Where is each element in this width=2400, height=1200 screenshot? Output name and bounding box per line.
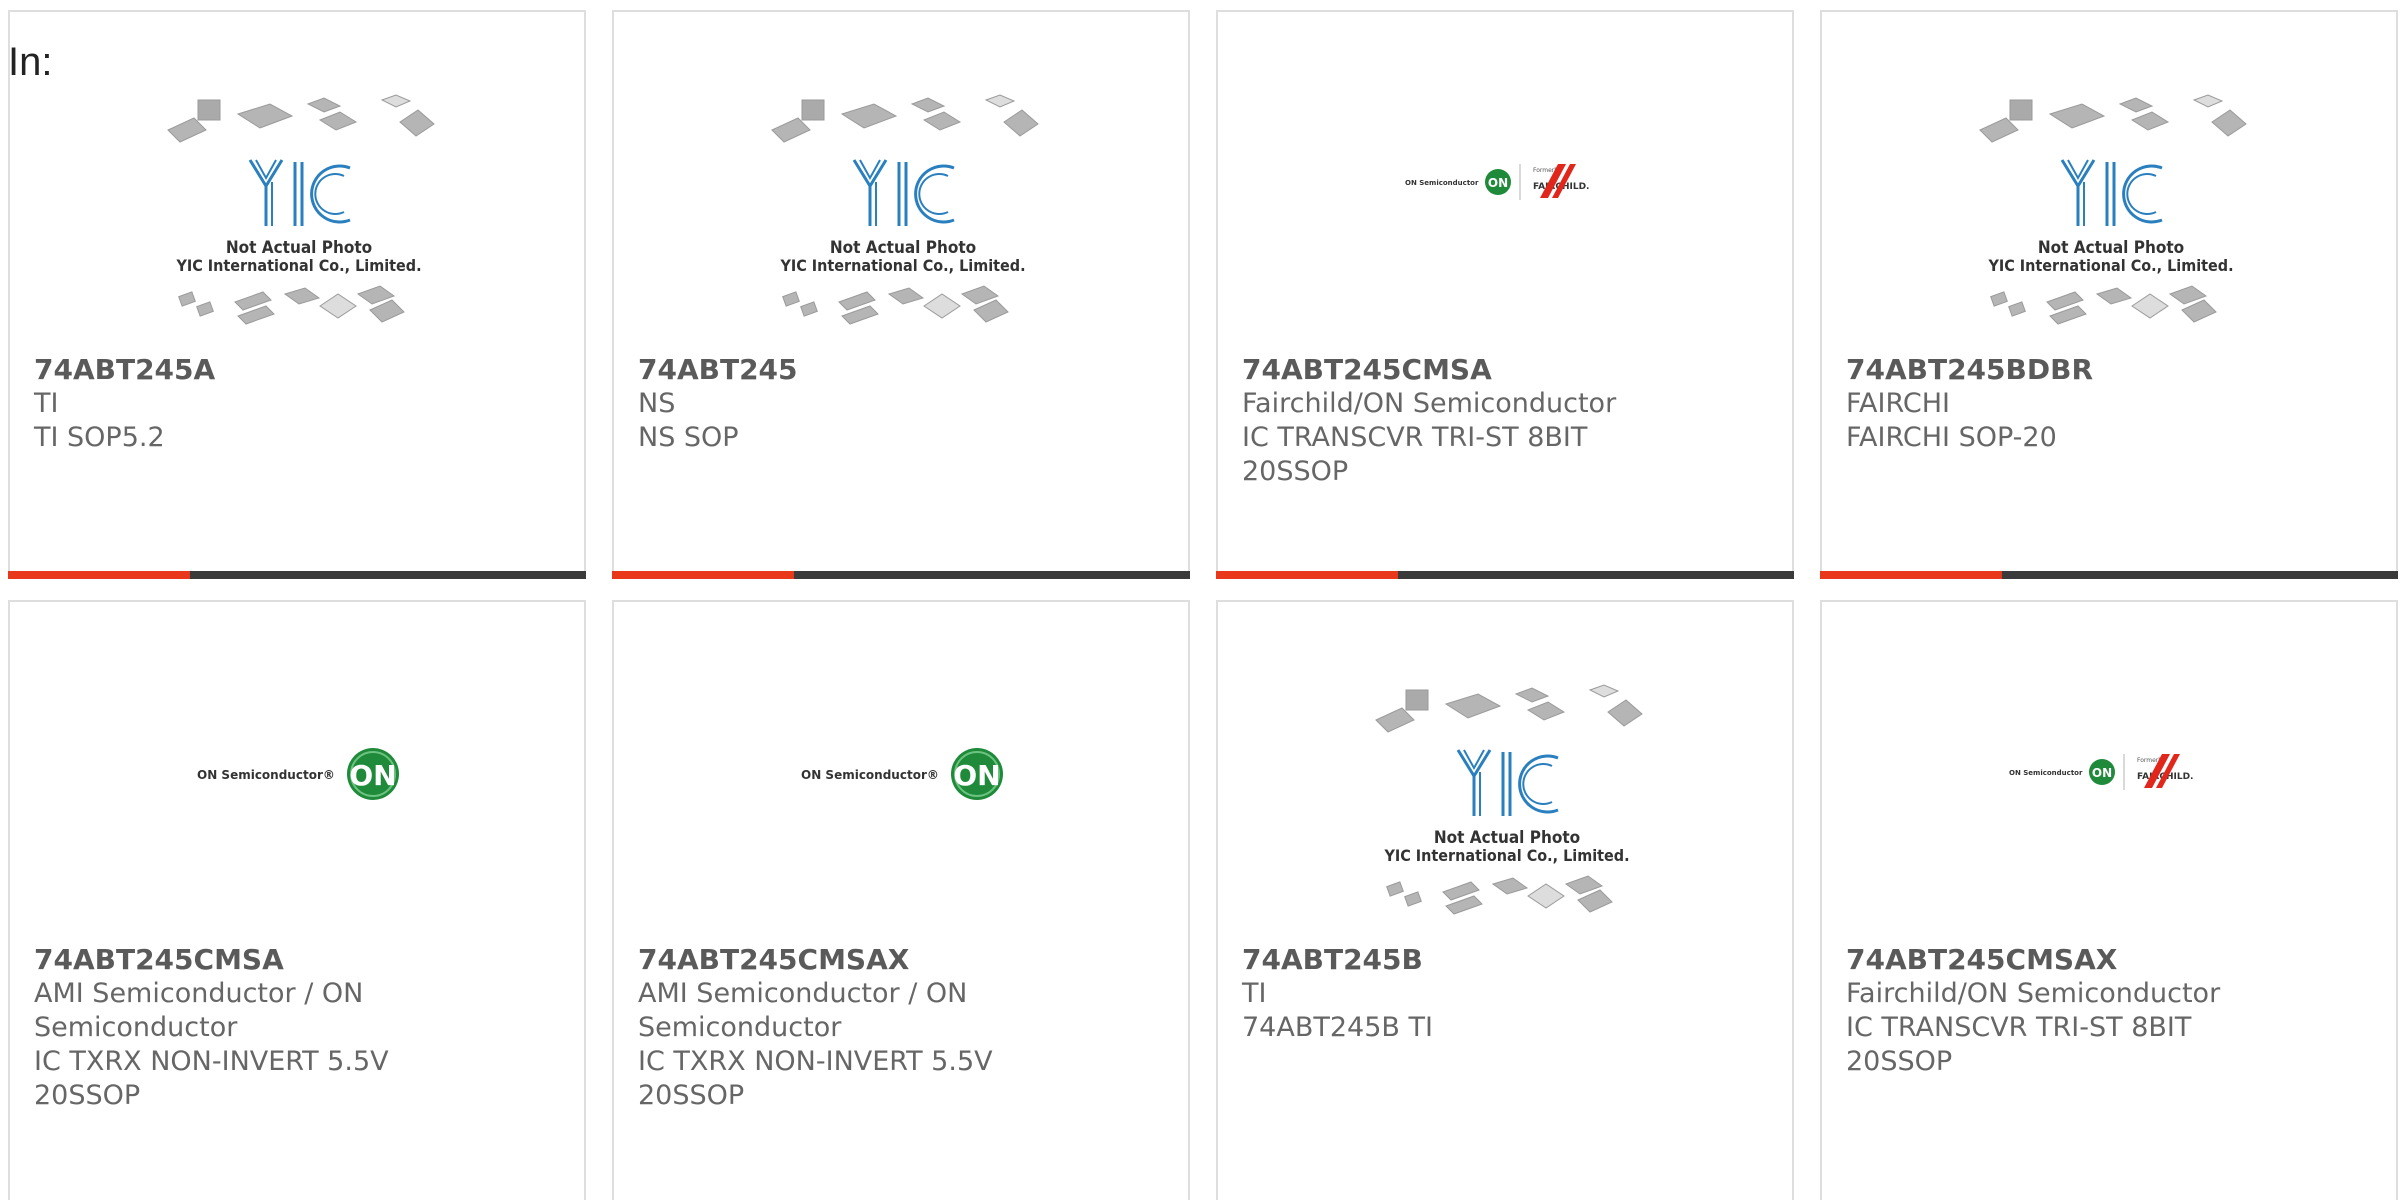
manufacturer: FAIRCHI: [1846, 388, 1951, 419]
product-card[interactable]: Not Actual Photo YIC International Co., …: [1820, 10, 2398, 579]
part-number-link[interactable]: 74ABT245: [638, 353, 1168, 387]
product-info: 74ABT245CMSA AMI Semiconductor / ON Semi…: [34, 943, 564, 1113]
placeholder-line1: Not Actual Photo: [1434, 828, 1580, 848]
manufacturer: NS: [638, 388, 676, 419]
part-number-link[interactable]: 74ABT245BDBR: [1846, 353, 2376, 387]
svg-text:ON Semiconductor®: ON Semiconductor®: [197, 768, 335, 782]
manufacturer: TI: [1242, 978, 1267, 1009]
description-cont: 20SSOP: [638, 1080, 745, 1111]
svg-text:ON: ON: [953, 759, 1000, 792]
product-image[interactable]: Not Actual Photo YIC International Co., …: [1218, 602, 1792, 934]
product-grid: Not Actual Photo YIC International Co., …: [0, 0, 2400, 1200]
accent-bar: [1820, 571, 2002, 579]
card-bottom-bar: [612, 571, 1190, 579]
manufacturer-cont: Semiconductor: [34, 1012, 238, 1043]
manufacturer: AMI Semiconductor / ON: [34, 978, 364, 1009]
manufacturer: TI: [34, 388, 59, 419]
accent-bar: [8, 571, 190, 579]
product-image[interactable]: ON Semiconductor® ON: [10, 602, 584, 934]
placeholder-line2: YIC International Co., Limited.: [175, 256, 421, 275]
yic-placeholder-image: Not Actual Photo YIC International Co., …: [1375, 684, 1643, 915]
product-card[interactable]: Not Actual Photo YIC International Co., …: [612, 10, 1190, 579]
accent-bar: [1216, 571, 1398, 579]
placeholder-line1: Not Actual Photo: [830, 238, 976, 258]
product-info: 74ABT245CMSA Fairchild/ON Semiconductor …: [1242, 353, 1772, 489]
svg-text:ON Semiconductor: ON Semiconductor: [2009, 769, 2083, 777]
filter-label: In:: [8, 40, 53, 84]
part-number-link[interactable]: 74ABT245CMSA: [34, 943, 564, 977]
product-image[interactable]: Not Actual Photo YIC International Co., …: [10, 12, 584, 342]
product-info: 74ABT245A TI TI SOP5.2: [34, 353, 564, 455]
svg-text:ON: ON: [1488, 176, 1508, 190]
product-card[interactable]: ON Semiconductor® ON 74ABT245CMSAX AMI S…: [612, 600, 1190, 1200]
svg-text:ON Semiconductor®: ON Semiconductor®: [801, 768, 939, 782]
description-cont: 20SSOP: [1242, 456, 1349, 487]
placeholder-line2: YIC International Co., Limited.: [1987, 256, 2233, 275]
product-info: 74ABT245B TI 74ABT245B TI: [1242, 943, 1772, 1045]
description-cont: 20SSOP: [34, 1080, 141, 1111]
placeholder-line1: Not Actual Photo: [226, 238, 372, 258]
product-image[interactable]: Not Actual Photo YIC International Co., …: [614, 12, 1188, 342]
description: IC TRANSCVR TRI-ST 8BIT: [1242, 422, 1588, 453]
placeholder-line2: YIC International Co., Limited.: [779, 256, 1025, 275]
accent-bar: [612, 571, 794, 579]
product-info: 74ABT245CMSAX Fairchild/ON Semiconductor…: [1846, 943, 2376, 1079]
product-info: 74ABT245CMSAX AMI Semiconductor / ON Sem…: [638, 943, 1168, 1113]
product-info: 74ABT245 NS NS SOP: [638, 353, 1168, 455]
card-bottom-bar: [1820, 571, 2398, 579]
card-bottom-bar: [1216, 571, 1794, 579]
description: IC TXRX NON-INVERT 5.5V: [638, 1046, 993, 1077]
yic-placeholder-image: Not Actual Photo YIC International Co., …: [1979, 94, 2247, 325]
part-number-link[interactable]: 74ABT245CMSAX: [638, 943, 1168, 977]
product-image[interactable]: ON Semiconductor ON Formerly FAIRCHILD.: [1822, 602, 2396, 934]
yic-placeholder-image: Not Actual Photo YIC International Co., …: [771, 94, 1039, 325]
product-image[interactable]: ON Semiconductor® ON: [614, 602, 1188, 934]
part-number-link[interactable]: 74ABT245CMSA: [1242, 353, 1772, 387]
on-semiconductor-logo: ON Semiconductor® ON: [197, 748, 399, 800]
product-image[interactable]: ON Semiconductor ON Formerly FAIRCHILD.: [1218, 12, 1792, 342]
description: FAIRCHI SOP-20: [1846, 422, 2057, 453]
on-fairchild-logo: ON Semiconductor ON Formerly FAIRCHILD.: [1405, 164, 1589, 200]
description-cont: 20SSOP: [1846, 1046, 1953, 1077]
part-number-link[interactable]: 74ABT245B: [1242, 943, 1772, 977]
on-semiconductor-logo: ON Semiconductor® ON: [801, 748, 1003, 800]
manufacturer: Fairchild/ON Semiconductor: [1242, 388, 1617, 419]
manufacturer: AMI Semiconductor / ON: [638, 978, 968, 1009]
description: 74ABT245B TI: [1242, 1012, 1433, 1043]
description: IC TRANSCVR TRI-ST 8BIT: [1846, 1012, 2192, 1043]
product-card[interactable]: Not Actual Photo YIC International Co., …: [8, 10, 586, 579]
svg-text:ON Semiconductor: ON Semiconductor: [1405, 179, 1479, 187]
description: TI SOP5.2: [34, 422, 165, 453]
manufacturer: Fairchild/ON Semiconductor: [1846, 978, 2221, 1009]
description: IC TXRX NON-INVERT 5.5V: [34, 1046, 389, 1077]
product-info: 74ABT245BDBR FAIRCHI FAIRCHI SOP-20: [1846, 353, 2376, 455]
card-bottom-bar: [8, 571, 586, 579]
yic-placeholder-image: Not Actual Photo YIC International Co., …: [167, 94, 435, 325]
svg-text:ON: ON: [2092, 766, 2112, 780]
product-card[interactable]: ON Semiconductor ON Formerly FAIRCHILD. …: [1820, 600, 2398, 1200]
product-card[interactable]: Not Actual Photo YIC International Co., …: [1216, 600, 1794, 1200]
description: NS SOP: [638, 422, 739, 453]
part-number-link[interactable]: 74ABT245A: [34, 353, 564, 387]
product-card[interactable]: ON Semiconductor ON Formerly FAIRCHILD. …: [1216, 10, 1794, 579]
part-number-link[interactable]: 74ABT245CMSAX: [1846, 943, 2376, 977]
svg-text:ON: ON: [349, 759, 396, 792]
on-fairchild-logo: ON Semiconductor ON Formerly FAIRCHILD.: [2009, 754, 2193, 790]
product-image[interactable]: Not Actual Photo YIC International Co., …: [1822, 12, 2396, 342]
product-card[interactable]: ON Semiconductor® ON 74ABT245CMSA AMI Se…: [8, 600, 586, 1200]
manufacturer-cont: Semiconductor: [638, 1012, 842, 1043]
placeholder-line1: Not Actual Photo: [2038, 238, 2184, 258]
placeholder-line2: YIC International Co., Limited.: [1383, 846, 1629, 865]
